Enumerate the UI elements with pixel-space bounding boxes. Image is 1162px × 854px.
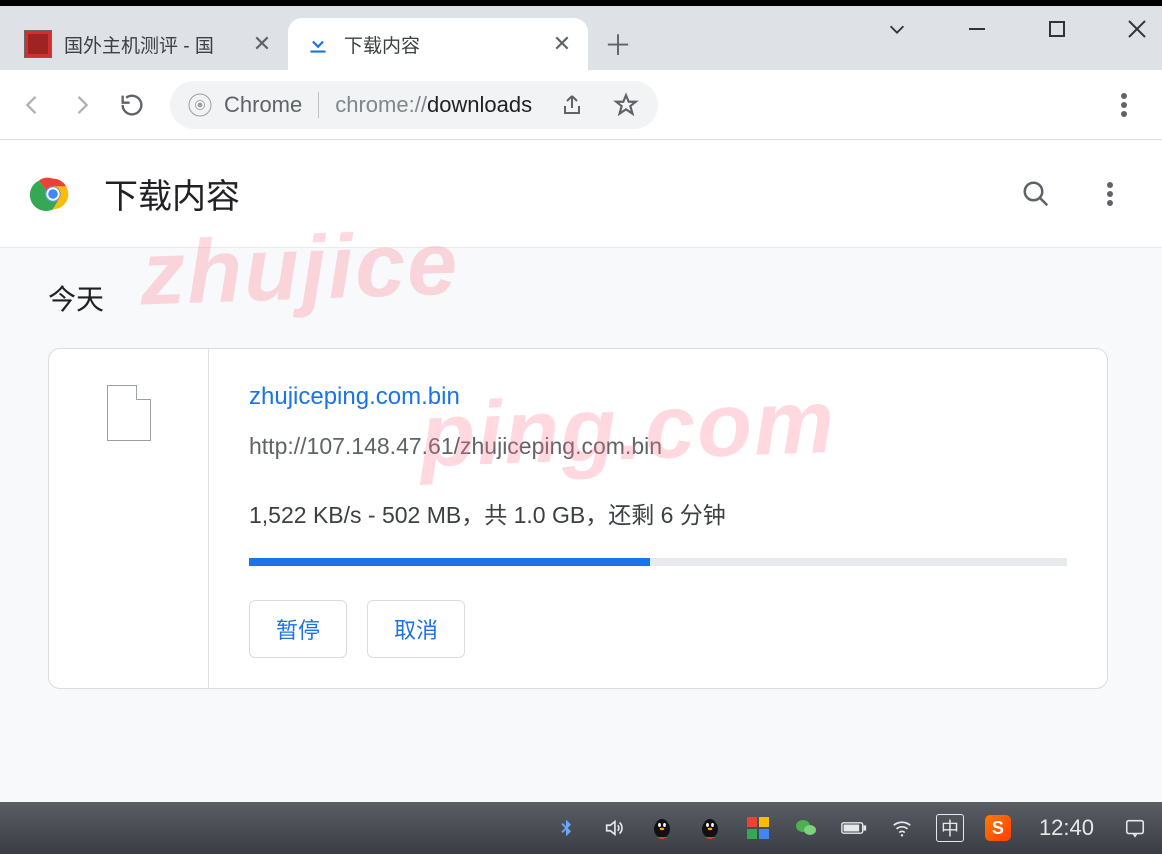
address-bar[interactable]: Chrome chrome://downloads bbox=[170, 81, 658, 129]
download-url: http://107.148.47.61/zhujiceping.com.bin bbox=[249, 433, 1067, 460]
download-status: 1,522 KB/s - 502 MB，共 1.0 GB，还剩 6 分钟 bbox=[249, 496, 1067, 530]
notifications-icon[interactable] bbox=[1122, 815, 1148, 841]
qq-icon[interactable] bbox=[697, 815, 723, 841]
sogou-ime-icon[interactable]: S bbox=[985, 815, 1011, 841]
omnibox-separator bbox=[318, 92, 319, 118]
reload-button[interactable] bbox=[110, 83, 154, 127]
chrome-logo-icon bbox=[30, 171, 76, 217]
downloads-header: 下载内容 bbox=[0, 140, 1162, 248]
downloads-content: zhujice ping.com 今天 zhujiceping.com.bin … bbox=[0, 248, 1162, 719]
close-icon[interactable]: ✕ bbox=[252, 31, 272, 57]
file-icon bbox=[107, 385, 151, 441]
wechat-icon[interactable] bbox=[793, 815, 819, 841]
clock[interactable]: 12:40 bbox=[1039, 815, 1094, 841]
browser-menu-button[interactable] bbox=[1106, 87, 1142, 123]
minimize-button[interactable] bbox=[962, 14, 992, 44]
download-icon bbox=[304, 30, 332, 58]
bluetooth-icon[interactable] bbox=[553, 815, 579, 841]
progress-bar bbox=[249, 558, 1067, 566]
volume-icon[interactable] bbox=[601, 815, 627, 841]
bookmark-icon[interactable] bbox=[612, 92, 640, 118]
tab-active[interactable]: 下载内容 ✕ bbox=[288, 18, 588, 70]
download-filename[interactable]: zhujiceping.com.bin bbox=[249, 383, 1067, 411]
page-menu-button[interactable] bbox=[1088, 172, 1132, 216]
forward-button[interactable] bbox=[60, 83, 104, 127]
close-window-button[interactable] bbox=[1122, 14, 1152, 44]
search-button[interactable] bbox=[1014, 172, 1058, 216]
omnibox-url: chrome://downloads bbox=[335, 92, 532, 118]
favicon-site bbox=[24, 30, 52, 58]
share-icon[interactable] bbox=[558, 93, 586, 117]
download-icon-area bbox=[49, 349, 209, 688]
tab-title: 国外主机测评 - 国 bbox=[64, 31, 240, 58]
qq-icon[interactable] bbox=[649, 815, 675, 841]
tab-inactive[interactable]: 国外主机测评 - 国 ✕ bbox=[8, 18, 288, 70]
back-button[interactable] bbox=[10, 83, 54, 127]
color-grid-icon[interactable] bbox=[745, 815, 771, 841]
wifi-icon[interactable] bbox=[889, 815, 915, 841]
page-title: 下载内容 bbox=[104, 169, 984, 218]
tab-strip: 国外主机测评 - 国 ✕ 下载内容 ✕ ＋ bbox=[0, 6, 1162, 70]
ime-indicator[interactable]: 中 bbox=[937, 815, 963, 841]
download-card: zhujiceping.com.bin http://107.148.47.61… bbox=[48, 348, 1108, 689]
pause-button[interactable]: 暂停 bbox=[249, 600, 347, 658]
window-controls bbox=[882, 14, 1152, 44]
omnibox-scheme-label: Chrome bbox=[224, 92, 302, 118]
battery-icon[interactable] bbox=[841, 815, 867, 841]
chrome-icon bbox=[188, 93, 212, 117]
maximize-button[interactable] bbox=[1042, 14, 1072, 44]
omnibox-url-prefix: chrome:// bbox=[335, 92, 427, 117]
chevron-down-icon[interactable] bbox=[882, 14, 912, 44]
cancel-button[interactable]: 取消 bbox=[367, 600, 465, 658]
system-taskbar: 中 S 12:40 bbox=[0, 802, 1162, 854]
close-icon[interactable]: ✕ bbox=[552, 31, 572, 57]
browser-toolbar: Chrome chrome://downloads bbox=[0, 70, 1162, 140]
omnibox-url-path: downloads bbox=[427, 92, 532, 117]
section-today-label: 今天 bbox=[48, 278, 1114, 318]
progress-bar-fill bbox=[249, 558, 650, 566]
new-tab-button[interactable]: ＋ bbox=[598, 24, 638, 64]
tab-title: 下载内容 bbox=[344, 31, 540, 58]
